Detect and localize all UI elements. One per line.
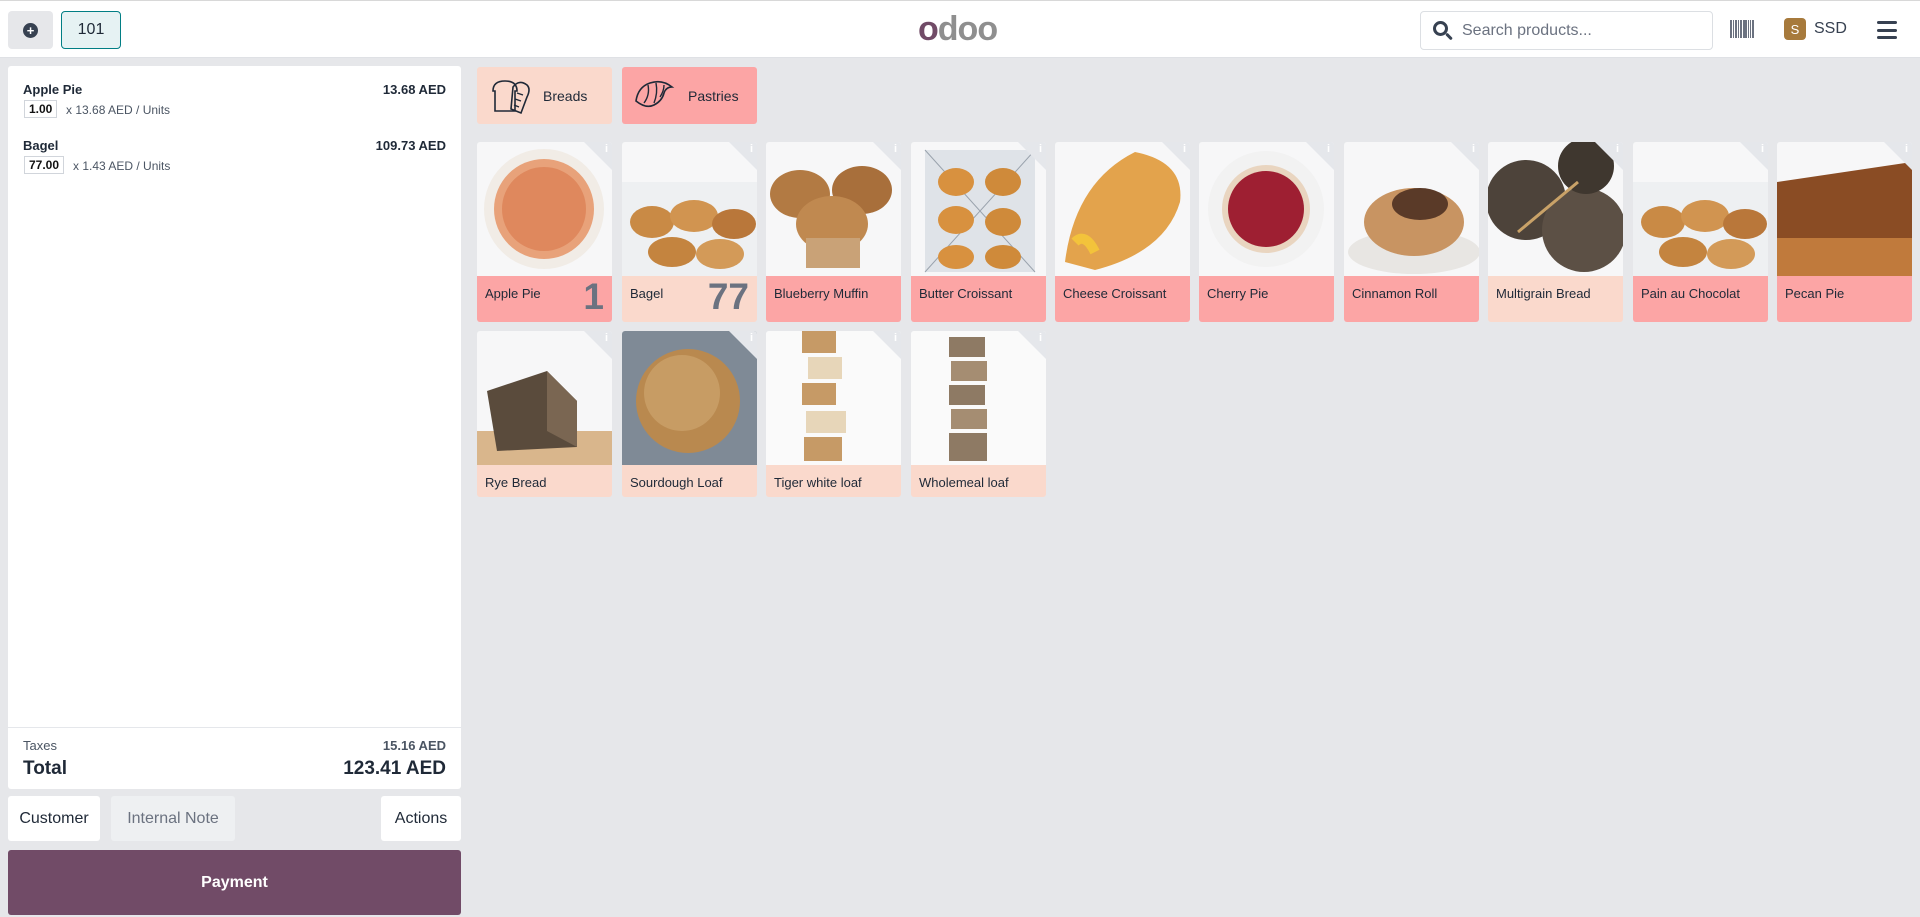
order-panel: Apple Pie 13.68 AED 1.00 x 13.68 AED / U… xyxy=(8,66,461,789)
product-footer: Apple Pie 1 xyxy=(477,276,612,322)
product-card[interactable]: i Butter Croissant xyxy=(911,142,1046,322)
product-card[interactable]: i Cherry Pie xyxy=(1199,142,1334,322)
croissant-icon xyxy=(635,80,675,107)
info-glyph: i xyxy=(1326,143,1330,155)
taxes-label: Taxes xyxy=(23,738,57,753)
category-label: Breads xyxy=(543,87,588,104)
product-name: Butter Croissant xyxy=(919,286,1013,301)
product-name: Pain au Chocolat xyxy=(1641,286,1741,301)
product-name: Blueberry Muffin xyxy=(774,286,869,301)
internal-note-button[interactable]: Internal Note xyxy=(111,796,235,841)
info-glyph: i xyxy=(1760,143,1764,155)
info-glyph: i xyxy=(749,332,753,344)
product-name: Pecan Pie xyxy=(1785,286,1845,301)
info-glyph: i xyxy=(1038,143,1042,155)
info-glyph: i xyxy=(1182,143,1186,155)
product-name: Tiger white loaf xyxy=(774,475,862,490)
product-footer: Sourdough Loaf xyxy=(622,465,757,497)
product-card[interactable]: i Bagel 77 xyxy=(622,142,757,322)
top-navbar: + 101 odoo S SSD xyxy=(0,0,1920,58)
product-name: Cherry Pie xyxy=(1207,286,1269,301)
user-name: SSD xyxy=(1814,20,1847,37)
product-name: Rye Bread xyxy=(485,475,547,490)
hamburger-menu-icon[interactable] xyxy=(1877,21,1897,39)
product-footer: Bagel 77 xyxy=(622,276,757,322)
total-label: Total xyxy=(23,758,67,779)
info-glyph: i xyxy=(893,143,897,155)
product-name: Sourdough Loaf xyxy=(630,475,723,490)
order-line-name: Bagel xyxy=(23,138,59,153)
product-name: Multigrain Bread xyxy=(1496,286,1591,301)
total-value: 123.41 AED xyxy=(343,758,446,779)
product-footer: Rye Bread xyxy=(477,465,612,497)
product-footer: Cherry Pie xyxy=(1199,276,1334,322)
product-card[interactable]: i Blueberry Muffin xyxy=(766,142,901,322)
new-order-button[interactable]: + xyxy=(8,11,53,49)
info-glyph: i xyxy=(893,332,897,344)
product-footer: Wholemeal loaf xyxy=(911,465,1046,497)
product-card[interactable]: i Apple Pie 1 xyxy=(477,142,612,322)
product-footer: Cinnamon Roll xyxy=(1344,276,1479,322)
order-line[interactable]: Bagel 109.73 AED 77.00 x 1.43 AED / Unit… xyxy=(8,122,461,178)
product-footer: Butter Croissant xyxy=(911,276,1046,322)
product-footer: Tiger white loaf xyxy=(766,465,901,497)
product-qty-in-cart: 77 xyxy=(707,276,749,317)
actions-button[interactable]: Actions xyxy=(381,796,461,841)
order-line-price: 13.68 AED xyxy=(382,82,446,97)
product-footer: Cheese Croissant xyxy=(1055,276,1190,322)
category-pastries[interactable]: Pastries xyxy=(622,67,757,124)
logo-rest-letters: doo xyxy=(937,9,998,48)
order-line[interactable]: Apple Pie 13.68 AED 1.00 x 13.68 AED / U… xyxy=(8,66,461,122)
product-card[interactable]: i Sourdough Loaf xyxy=(622,331,757,497)
search-input[interactable] xyxy=(1462,21,1702,40)
order-tab-101[interactable]: 101 xyxy=(61,11,121,49)
info-glyph: i xyxy=(1904,143,1908,155)
product-name: Cinnamon Roll xyxy=(1352,286,1438,301)
order-line-name: Apple Pie xyxy=(23,82,83,97)
user-menu[interactable]: S SSD xyxy=(1784,18,1847,40)
product-card[interactable]: i Wholemeal loaf xyxy=(911,331,1046,497)
product-name: Apple Pie xyxy=(485,286,541,301)
info-glyph: i xyxy=(1615,143,1619,155)
product-card[interactable]: i Rye Bread xyxy=(477,331,612,497)
product-footer: Blueberry Muffin xyxy=(766,276,901,322)
category-label: Pastries xyxy=(688,87,739,104)
taxes-value: 15.16 AED xyxy=(382,738,446,753)
bread-icon xyxy=(492,79,530,114)
logo-first-letter: o xyxy=(918,9,939,48)
order-line-unit-price: x 1.43 AED / Units xyxy=(73,159,171,173)
order-line-qty: 77.00 xyxy=(24,156,65,174)
product-name: Bagel xyxy=(630,286,664,301)
product-card[interactable]: i Pecan Pie xyxy=(1777,142,1912,322)
customer-button[interactable]: Customer xyxy=(8,796,100,841)
order-line-qty: 1.00 xyxy=(24,100,58,118)
barcode-icon[interactable] xyxy=(1730,20,1754,38)
product-card[interactable]: i Pain au Chocolat xyxy=(1633,142,1768,322)
product-footer: Multigrain Bread xyxy=(1488,276,1623,322)
info-glyph: i xyxy=(604,332,608,344)
odoo-logo: o doo xyxy=(918,9,998,48)
product-name: Cheese Croissant xyxy=(1063,286,1167,301)
order-line-price: 109.73 AED xyxy=(375,138,446,153)
info-glyph: i xyxy=(749,143,753,155)
avatar: S xyxy=(1784,18,1806,40)
product-card[interactable]: i Tiger white loaf xyxy=(766,331,901,497)
product-qty-in-cart: 1 xyxy=(583,276,604,317)
order-line-unit-price: x 13.68 AED / Units xyxy=(66,103,171,117)
info-glyph: i xyxy=(1471,143,1475,155)
info-glyph: i xyxy=(604,143,608,155)
search-icon xyxy=(1432,20,1454,42)
product-search-box[interactable] xyxy=(1420,11,1713,50)
order-totals: Taxes 15.16 AED Total 123.41 AED xyxy=(8,727,461,789)
product-card[interactable]: i Cheese Croissant xyxy=(1055,142,1190,322)
product-footer: Pain au Chocolat xyxy=(1633,276,1768,322)
product-card[interactable]: i Cinnamon Roll xyxy=(1344,142,1479,322)
payment-button[interactable]: Payment xyxy=(8,850,461,915)
category-breads[interactable]: Breads xyxy=(477,67,612,124)
product-name: Wholemeal loaf xyxy=(919,475,1009,490)
plus-circle-icon: + xyxy=(23,22,38,38)
product-footer: Pecan Pie xyxy=(1777,276,1912,322)
product-card[interactable]: i Multigrain Bread xyxy=(1488,142,1623,322)
info-glyph: i xyxy=(1038,332,1042,344)
